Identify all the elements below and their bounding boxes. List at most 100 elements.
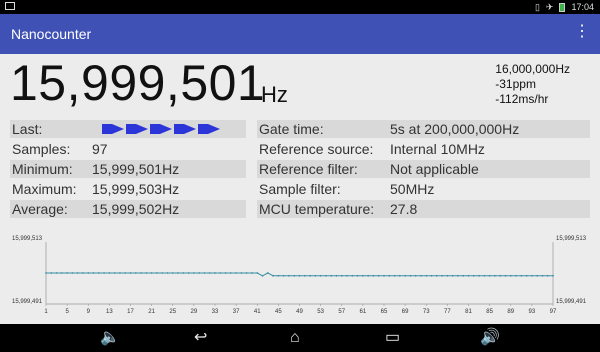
data-point [541, 274, 544, 277]
data-point [372, 274, 375, 277]
data-point [483, 274, 486, 277]
data-point [536, 274, 539, 277]
volume-down-icon[interactable]: 🔈 [100, 328, 120, 348]
data-point [346, 274, 348, 277]
setting-row-sample-filter: Sample filter: 50MHz [257, 180, 590, 198]
data-point [251, 272, 253, 274]
data-point [441, 274, 443, 277]
average-label: Average: [12, 201, 68, 217]
data-point [478, 274, 480, 277]
data-point [214, 272, 216, 274]
y-axis-bottom-label-left: 15,999,491 [12, 299, 43, 305]
data-point [119, 272, 121, 274]
x-tick-label: 25 [169, 309, 176, 315]
data-point [388, 274, 391, 277]
x-tick-label: 77 [444, 309, 451, 315]
screenshot-notification-icon [5, 2, 15, 10]
recents-icon[interactable]: ▭ [385, 328, 400, 348]
data-point [76, 272, 79, 274]
data-point [45, 272, 47, 274]
data-point [420, 274, 422, 277]
data-point [494, 274, 496, 277]
maximum-value: 15,999,503Hz [92, 181, 180, 197]
volume-up-icon[interactable]: 🔊 [480, 328, 500, 348]
arrow-icon [184, 124, 196, 134]
data-point [82, 272, 84, 274]
data-point [515, 274, 517, 277]
home-icon[interactable]: ⌂ [290, 328, 300, 348]
gate-time-label: Gate time: [259, 121, 324, 137]
data-point [467, 274, 470, 277]
x-tick-label: 13 [106, 309, 113, 315]
x-tick-label: 37 [233, 309, 240, 315]
data-point [451, 274, 454, 277]
data-point [87, 272, 90, 274]
x-tick-label: 29 [191, 309, 198, 315]
x-tick-label: 81 [465, 309, 472, 315]
data-point [457, 274, 459, 277]
data-point [472, 274, 475, 277]
data-point [340, 274, 343, 277]
data-point [156, 272, 158, 274]
setting-row-gate: Gate time: 5s at 200,000,000Hz [257, 120, 590, 138]
frequency-chart: 15,999,513 15,999,491 15,999,513 15,999,… [12, 236, 587, 315]
data-point [245, 272, 248, 274]
data-point [219, 272, 222, 274]
status-icons: ▯ ✈ 17:04 [535, 1, 594, 13]
data-point [309, 274, 311, 277]
data-point [92, 272, 95, 274]
stat-row-last: Last: [10, 120, 246, 138]
ppm-offset: -31ppm [495, 77, 536, 91]
data-point [71, 272, 74, 274]
data-point [113, 272, 116, 274]
data-point [398, 274, 401, 277]
data-point [166, 272, 169, 274]
data-point [499, 274, 502, 277]
drift-rate: -112ms/hr [495, 92, 549, 106]
series-group [45, 272, 554, 277]
data-point [446, 274, 449, 277]
data-point [351, 274, 354, 277]
data-point [187, 272, 190, 274]
y-axis-top-label-right: 15,999,513 [556, 236, 587, 242]
x-tick-label: 61 [360, 309, 367, 315]
stat-row-average: Average: 15,999,502Hz [10, 200, 246, 218]
arrow-icon [126, 124, 136, 134]
data-point [377, 274, 380, 277]
arrow-icon [112, 124, 124, 134]
x-tick-label: 97 [550, 309, 557, 315]
x-tick-label: 41 [254, 309, 261, 315]
data-point [383, 274, 385, 277]
data-point [240, 272, 243, 274]
data-point [140, 272, 143, 274]
minimum-label: Minimum: [12, 161, 73, 177]
x-tick-label: 57 [338, 309, 345, 315]
data-point [193, 272, 195, 274]
x-tick-label: 1 [44, 309, 48, 315]
reference-source-label: Reference source: [259, 141, 374, 157]
last-label: Last: [12, 121, 43, 137]
overflow-menu-icon[interactable]: ⋮ [574, 23, 590, 41]
arrow-icon [198, 124, 208, 134]
x-tick-label: 65 [381, 309, 388, 315]
frequency-reading: 15,999,501 [10, 55, 266, 111]
back-icon[interactable]: ↩ [194, 328, 207, 348]
data-point [546, 274, 549, 277]
data-point [55, 272, 58, 274]
data-point [272, 274, 274, 277]
data-point [261, 274, 264, 277]
reference-filter-label: Reference filter: [259, 161, 358, 177]
data-point [277, 274, 280, 277]
data-point [525, 274, 528, 277]
arrow-icon [174, 124, 184, 134]
data-point [266, 272, 269, 274]
reference-frequency: 16,000,000Hz [495, 62, 570, 76]
data-point [235, 272, 238, 274]
setting-row-reference-filter: Reference filter: Not applicable [257, 160, 590, 178]
vibrate-icon: ▯ [534, 2, 540, 12]
data-point [145, 272, 148, 274]
data-point [298, 274, 301, 277]
y-axis-top-label-left: 15,999,513 [12, 236, 43, 242]
last-indicator-arrows [102, 124, 222, 134]
data-point [404, 274, 406, 277]
